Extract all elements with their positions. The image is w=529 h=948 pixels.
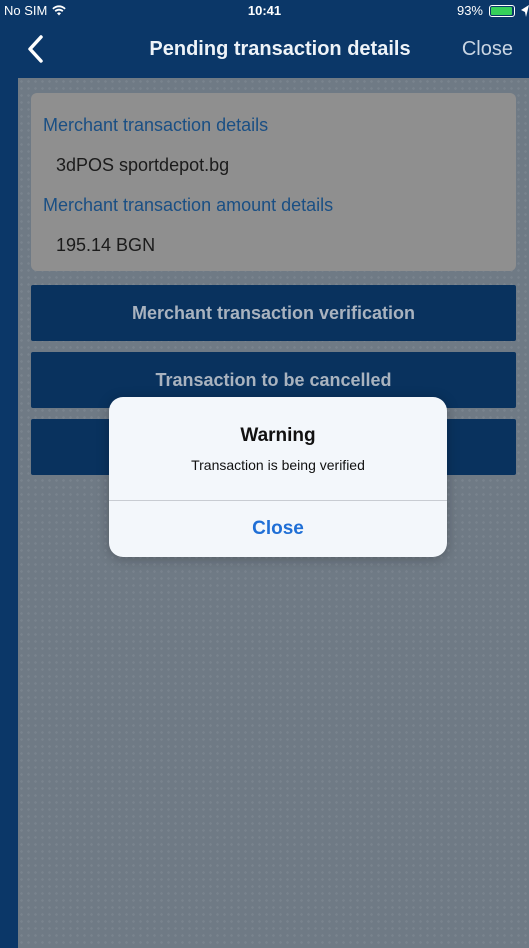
page-title: Pending transaction details: [149, 38, 411, 60]
merchant-details-value: 3dPOS sportdepot.bg: [56, 155, 230, 175]
status-bar: No SIM 10:41 93%: [0, 0, 529, 22]
warning-alert: Warning Transaction is being verified Cl…: [109, 397, 447, 557]
amount-details-label: Merchant transaction amount details: [43, 195, 334, 215]
status-right: 93%: [457, 3, 529, 18]
merchant-details-label: Merchant transaction details: [43, 115, 269, 135]
amount-details-value: 195.14 BGN: [56, 235, 156, 255]
alert-title: Warning: [240, 425, 316, 446]
transaction-details-card: Merchant transaction details 3dPOS sport…: [31, 93, 516, 271]
location-icon: [521, 4, 529, 17]
nav-bar: Pending transaction details Close: [0, 22, 529, 78]
back-button[interactable]: [26, 34, 56, 68]
battery-percent: 93%: [456, 3, 483, 18]
battery-icon: [489, 4, 515, 17]
merchant-verification-button[interactable]: Merchant transaction verification: [31, 285, 516, 341]
close-nav-button[interactable]: Close: [462, 38, 513, 61]
alert-message: Transaction is being verified: [191, 457, 365, 473]
chevron-left-icon: [28, 35, 43, 63]
app-screen: No SIM 10:41 93% Pending transaction det…: [0, 0, 529, 948]
clock: 10:41: [247, 3, 282, 18]
alert-close-button[interactable]: Close: [109, 501, 447, 557]
